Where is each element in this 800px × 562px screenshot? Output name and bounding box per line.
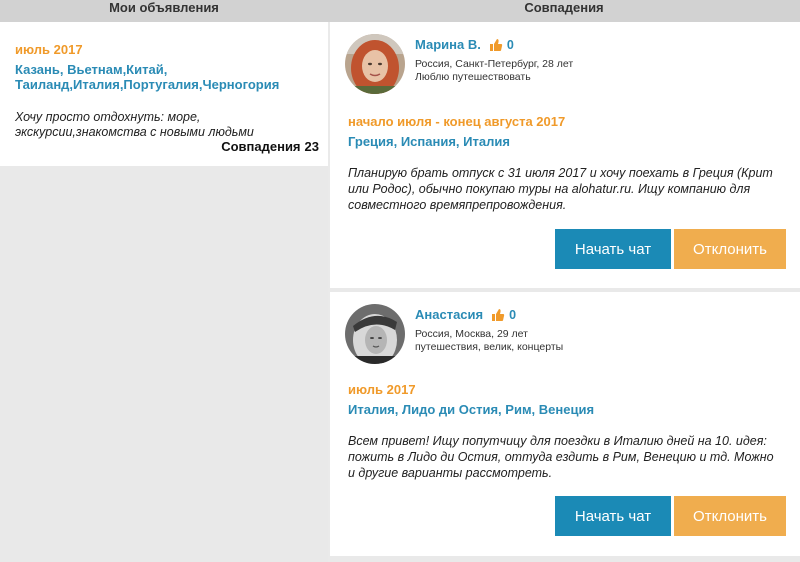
thumbs-up-icon[interactable] (489, 38, 503, 52)
likes-count: 0 (506, 37, 514, 52)
user-location: Россия, Санкт-Петербург, 28 лет (415, 58, 574, 70)
match-card: Анастасия 0 Россия, Москва, 29 лет путеш… (330, 292, 800, 556)
decline-button[interactable]: Отклонить (674, 229, 786, 269)
header-bar: Мои объявления Совпадения (0, 0, 800, 22)
thumbs-up-icon[interactable] (491, 308, 505, 322)
decline-button[interactable]: Отклонить (674, 496, 786, 536)
user-interests: Люблю путешествовать (415, 71, 531, 83)
my-ad-card[interactable]: июль 2017 Казань, Вьетнам,Китай, Таиланд… (0, 22, 328, 166)
my-ad-places-line1: Казань, Вьетнам,Китай, (15, 62, 168, 77)
matches-count-link[interactable]: Совпадения 23 (15, 139, 320, 154)
user-interests: путешествия, велик, концерты (415, 341, 564, 353)
trip-places: Греция, Испания, Италия (348, 134, 510, 149)
trip-date: июль 2017 (348, 382, 416, 397)
profile-info: Марина В. 0 Россия, Санкт-Петербург, 28 … (415, 37, 573, 84)
start-chat-button[interactable]: Начать чат (555, 496, 671, 536)
trip-places: Италия, Лидо ди Остия, Рим, Венеция (348, 402, 595, 417)
likes-count: 0 (509, 307, 517, 322)
my-ad-date: июль 2017 (15, 42, 83, 57)
matches-count-number: 23 (304, 139, 319, 154)
trip-date: начало июля - конец августа 2017 (348, 114, 566, 129)
match-card: Марина В. 0 Россия, Санкт-Петербург, 28 … (330, 22, 800, 288)
trip-description: Планирую брать отпуск с 31 июля 2017 и х… (348, 166, 773, 212)
avatar[interactable] (345, 304, 405, 364)
my-ad-places-line2: Таиланд,Италия,Португалия,Черногория (15, 77, 280, 92)
avatar[interactable] (345, 34, 405, 94)
profile-info: Анастасия 0 Россия, Москва, 29 лет путеш… (415, 307, 563, 354)
my-ads-title: Мои объявления (109, 0, 219, 15)
user-location: Россия, Москва, 29 лет (415, 328, 528, 340)
matches-title: Совпадения (524, 0, 604, 15)
user-name-link[interactable]: Марина В. (415, 37, 481, 52)
matches-count-label: Совпадения (221, 139, 301, 154)
my-ad-places: Казань, Вьетнам,Китай, Таиланд,Италия,По… (15, 62, 320, 92)
trip-description: Всем привет! Ищу попутчицу для поездки в… (348, 434, 774, 480)
user-name-link[interactable]: Анастасия (415, 307, 483, 322)
my-ad-description: Хочу просто отдохнуть: море, экскурсии,з… (15, 110, 254, 139)
start-chat-button[interactable]: Начать чат (555, 229, 671, 269)
